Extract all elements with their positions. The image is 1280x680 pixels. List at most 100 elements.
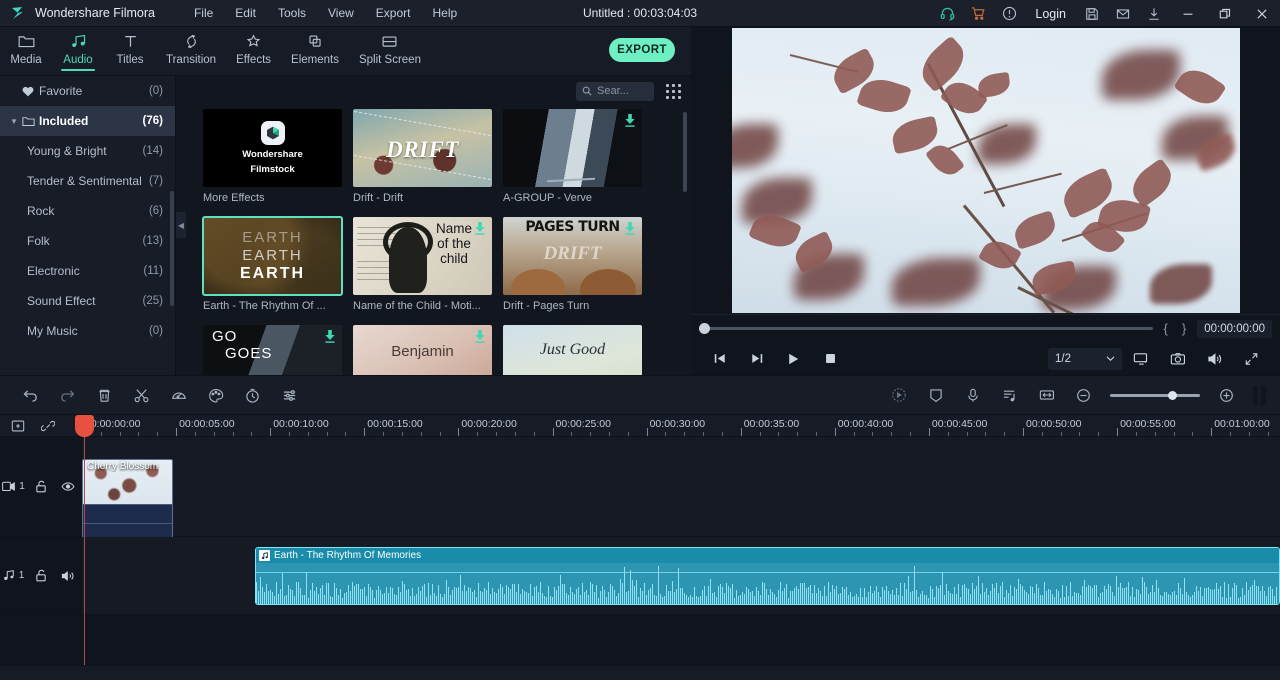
redo-button[interactable] — [49, 375, 86, 415]
library-item[interactable]: A-GROUP - Verve — [503, 109, 642, 204]
download-icon[interactable] — [1138, 0, 1169, 27]
scrubber-track[interactable] — [699, 327, 1153, 330]
sidebar-item-included[interactable]: ▼ Included (76) — [0, 106, 175, 136]
headset-support-icon[interactable] — [932, 0, 963, 27]
zoom-slider-knob[interactable] — [1168, 391, 1177, 400]
cart-icon[interactable] — [963, 0, 994, 27]
zoom-slider[interactable] — [1110, 394, 1200, 397]
library-item[interactable]: DRIFT Drift - Drift — [353, 109, 492, 204]
undo-button[interactable] — [12, 375, 49, 415]
panel-resize-handle[interactable] — [1245, 386, 1276, 405]
chevron-down-icon[interactable]: ▼ — [10, 117, 20, 126]
voiceover-button[interactable] — [954, 375, 991, 415]
menu-item-export[interactable]: Export — [365, 2, 422, 24]
preview-video[interactable] — [732, 28, 1240, 313]
unlock-icon[interactable] — [27, 480, 54, 493]
library-item[interactable]: Name of the child Name of the Child - Mo… — [353, 217, 492, 312]
speed-button[interactable] — [160, 375, 197, 415]
menu-item-help[interactable]: Help — [421, 2, 468, 24]
sidebar-item-electronic[interactable]: Electronic (11) — [0, 256, 175, 286]
scrubber-knob[interactable] — [699, 323, 710, 334]
tab-titles[interactable]: Titles — [104, 27, 156, 75]
playback-quality-select[interactable]: 1/2 — [1048, 348, 1122, 370]
speaker-on-icon[interactable] — [54, 570, 81, 582]
library-scrollbar[interactable] — [683, 112, 687, 192]
waveform-bar — [1150, 592, 1151, 604]
tab-effects[interactable]: Effects — [226, 27, 281, 75]
video-clip-cherry-blossom[interactable]: Cherry Blossom — [82, 459, 173, 544]
sidebar-item-tender-sentimental[interactable]: Tender & Sentimental (7) — [0, 166, 175, 196]
next-frame-button[interactable] — [738, 345, 775, 373]
waveform-bar — [1170, 595, 1171, 604]
library-item[interactable]: GO GOES — [203, 325, 342, 375]
export-button[interactable]: EXPORT — [609, 38, 675, 62]
marker-button[interactable] — [917, 375, 954, 415]
download-icon[interactable] — [474, 330, 486, 347]
sidebar-item-favorite[interactable]: Favorite (0) — [0, 76, 175, 106]
menu-item-file[interactable]: File — [183, 2, 224, 24]
zoom-out-button[interactable] — [1065, 375, 1102, 415]
fullscreen-button[interactable] — [1233, 345, 1270, 373]
zoom-in-button[interactable] — [1208, 375, 1245, 415]
stop-button[interactable] — [812, 345, 849, 373]
save-disk-icon[interactable] — [1076, 0, 1107, 27]
sidebar-scrollbar[interactable] — [170, 191, 174, 306]
transition-arrows-icon — [183, 32, 200, 51]
library-item[interactable]: Wondershare Filmstock More Effects — [203, 109, 342, 204]
split-button[interactable] — [123, 375, 160, 415]
add-media-button[interactable] — [10, 418, 26, 434]
display-settings-button[interactable] — [1122, 345, 1159, 373]
login-button[interactable]: Login — [1025, 0, 1076, 27]
minimize-icon[interactable] — [1169, 0, 1206, 27]
volume-button[interactable] — [1196, 345, 1233, 373]
tab-media[interactable]: Media — [0, 27, 52, 75]
close-icon[interactable] — [1243, 0, 1280, 27]
sidebar-item-rock[interactable]: Rock (6) — [0, 196, 175, 226]
tab-transition[interactable]: Transition — [156, 27, 226, 75]
sidebar-item-young-bright[interactable]: Young & Bright (14) — [0, 136, 175, 166]
library-item[interactable]: DRIFT PAGES TURN Drift - Pages Turn — [503, 217, 642, 312]
render-preview-button[interactable] — [880, 375, 917, 415]
library-item-selected[interactable]: EARTH EARTH EARTH Earth - The Rhythm Of … — [203, 217, 342, 312]
download-icon[interactable] — [624, 222, 636, 239]
tab-elements[interactable]: Elements — [281, 27, 349, 75]
download-icon[interactable] — [624, 114, 636, 131]
download-icon[interactable] — [324, 330, 336, 347]
collapse-sidebar-handle[interactable]: ◀ — [176, 212, 186, 238]
tab-audio[interactable]: Audio — [52, 27, 104, 75]
grid-view-icon[interactable] — [666, 84, 681, 99]
play-button[interactable] — [775, 345, 812, 373]
tab-split-screen[interactable]: Split Screen — [349, 27, 431, 75]
eye-visible-icon[interactable] — [54, 481, 81, 492]
snapshot-button[interactable] — [1159, 345, 1196, 373]
library-item[interactable]: Just Good — [503, 325, 642, 375]
mark-in-button[interactable]: { — [1161, 321, 1171, 336]
duration-button[interactable] — [234, 375, 271, 415]
fit-timeline-button[interactable] — [1028, 375, 1065, 415]
track-body[interactable]: Cherry Blossom — [82, 437, 1280, 536]
sidebar-item-sound-effect[interactable]: Sound Effect (25) — [0, 286, 175, 316]
unlock-icon[interactable] — [27, 569, 54, 582]
menu-item-edit[interactable]: Edit — [224, 2, 267, 24]
sidebar-item-my-music[interactable]: My Music (0) — [0, 316, 175, 346]
menu-item-tools[interactable]: Tools — [267, 2, 317, 24]
download-icon[interactable] — [474, 222, 486, 239]
audio-clip-earth[interactable]: Earth - The Rhythm Of Memories — [255, 547, 1280, 605]
timeline-ruler[interactable]: 00:00:00:0000:00:05:0000:00:10:0000:00:1… — [82, 415, 1280, 437]
restore-icon[interactable] — [1206, 0, 1243, 27]
search-input[interactable]: Sear... — [576, 82, 654, 101]
track-body[interactable]: Earth - The Rhythm Of Memories — [82, 537, 1280, 614]
info-circle-icon[interactable] — [994, 0, 1025, 27]
sidebar-item-folk[interactable]: Folk (13) — [0, 226, 175, 256]
waveform-bar — [456, 588, 457, 604]
adjust-button[interactable] — [271, 375, 308, 415]
menu-item-view[interactable]: View — [317, 2, 365, 24]
mark-out-button[interactable]: } — [1179, 321, 1189, 336]
delete-button[interactable] — [86, 375, 123, 415]
library-item[interactable]: Benjamin — [353, 325, 492, 375]
mail-icon[interactable] — [1107, 0, 1138, 27]
previous-frame-button[interactable] — [701, 345, 738, 373]
color-button[interactable] — [197, 375, 234, 415]
link-clips-button[interactable] — [40, 418, 56, 434]
audio-mixer-button[interactable] — [991, 375, 1028, 415]
